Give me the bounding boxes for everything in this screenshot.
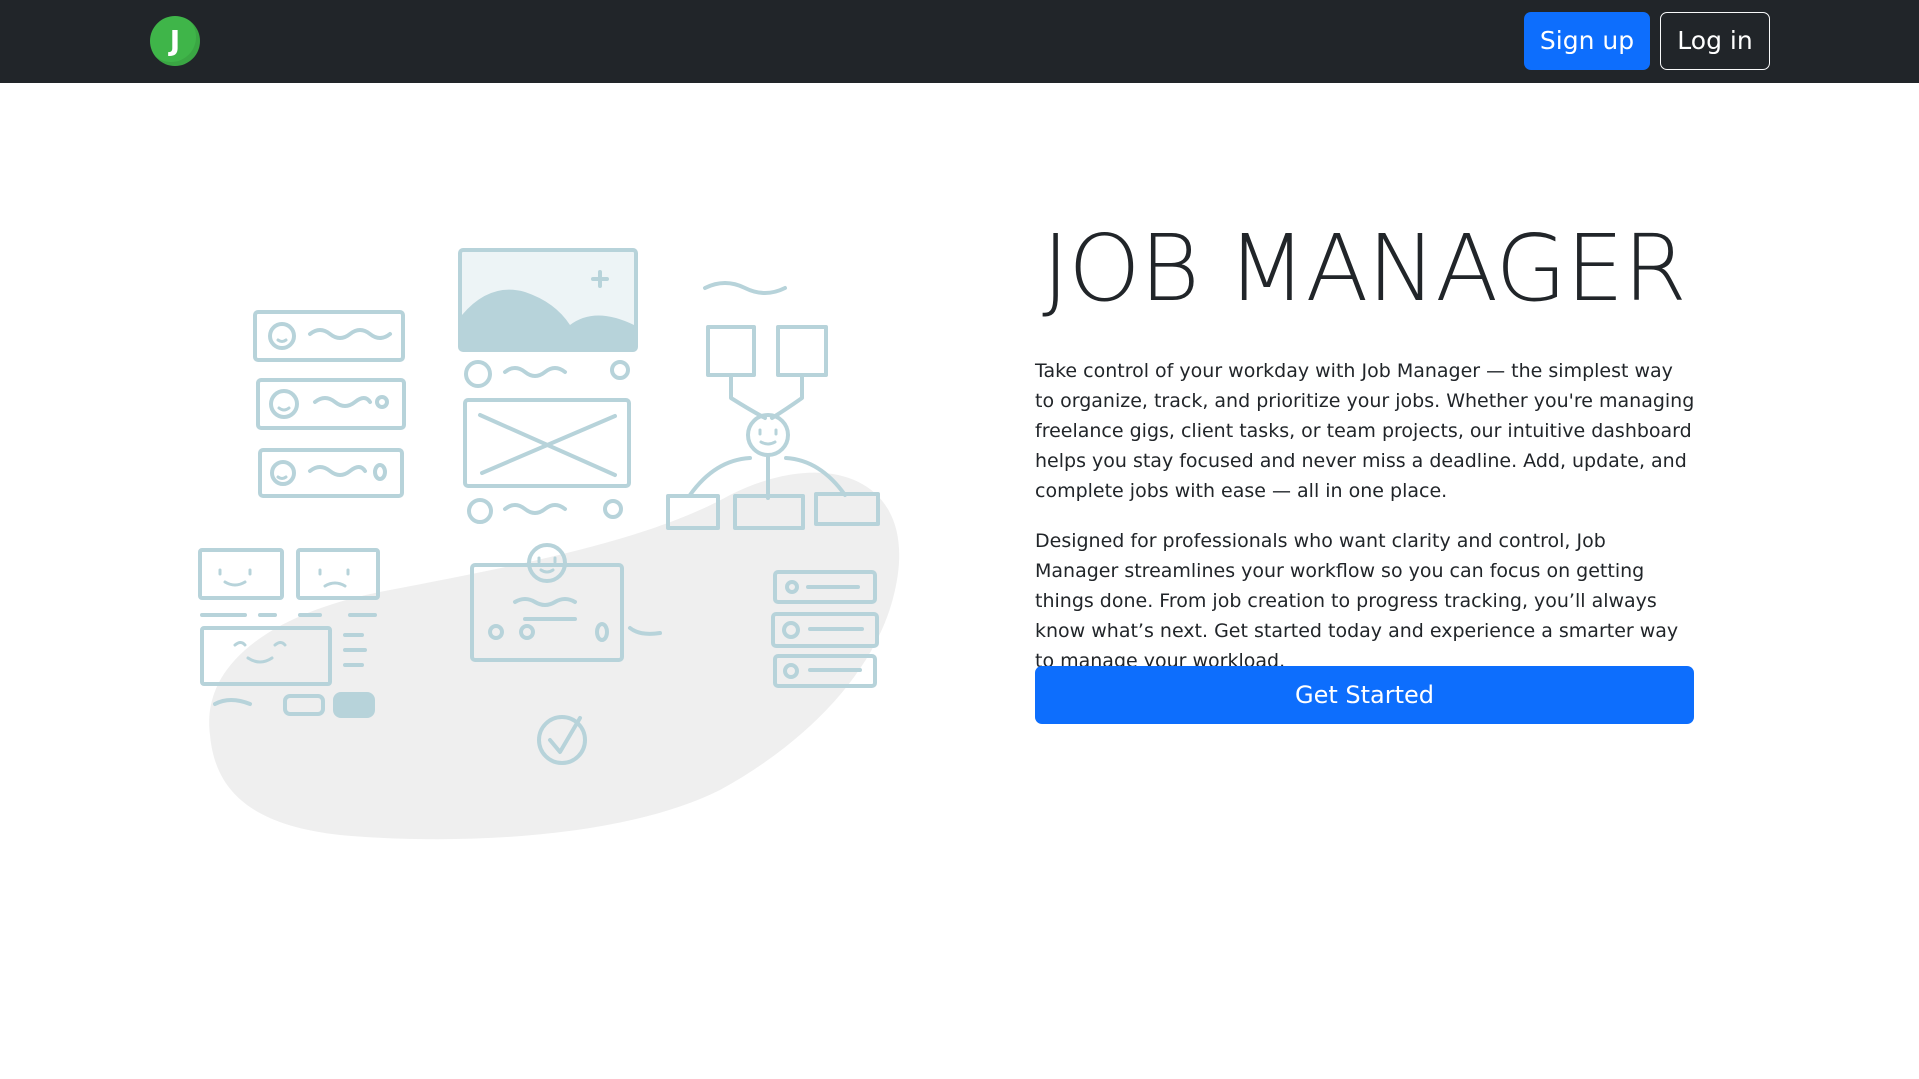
log-in-button[interactable]: Log in [1660, 12, 1770, 70]
get-started-button[interactable]: Get Started [1035, 666, 1694, 724]
page-title: JOB MANAGER [1042, 215, 1687, 322]
j-logo-icon[interactable]: J [150, 16, 200, 66]
intro-paragraph: Take control of your workday with Job Ma… [1035, 360, 1695, 502]
description-paragraph: Designed for professionals who want clar… [1035, 530, 1679, 672]
sign-up-button[interactable]: Sign up [1524, 12, 1650, 70]
dashboard-sketch-illustration [198, 248, 900, 840]
top-navbar: J Sign up Log in [0, 0, 1919, 83]
image-placeholder-icon [462, 252, 634, 348]
